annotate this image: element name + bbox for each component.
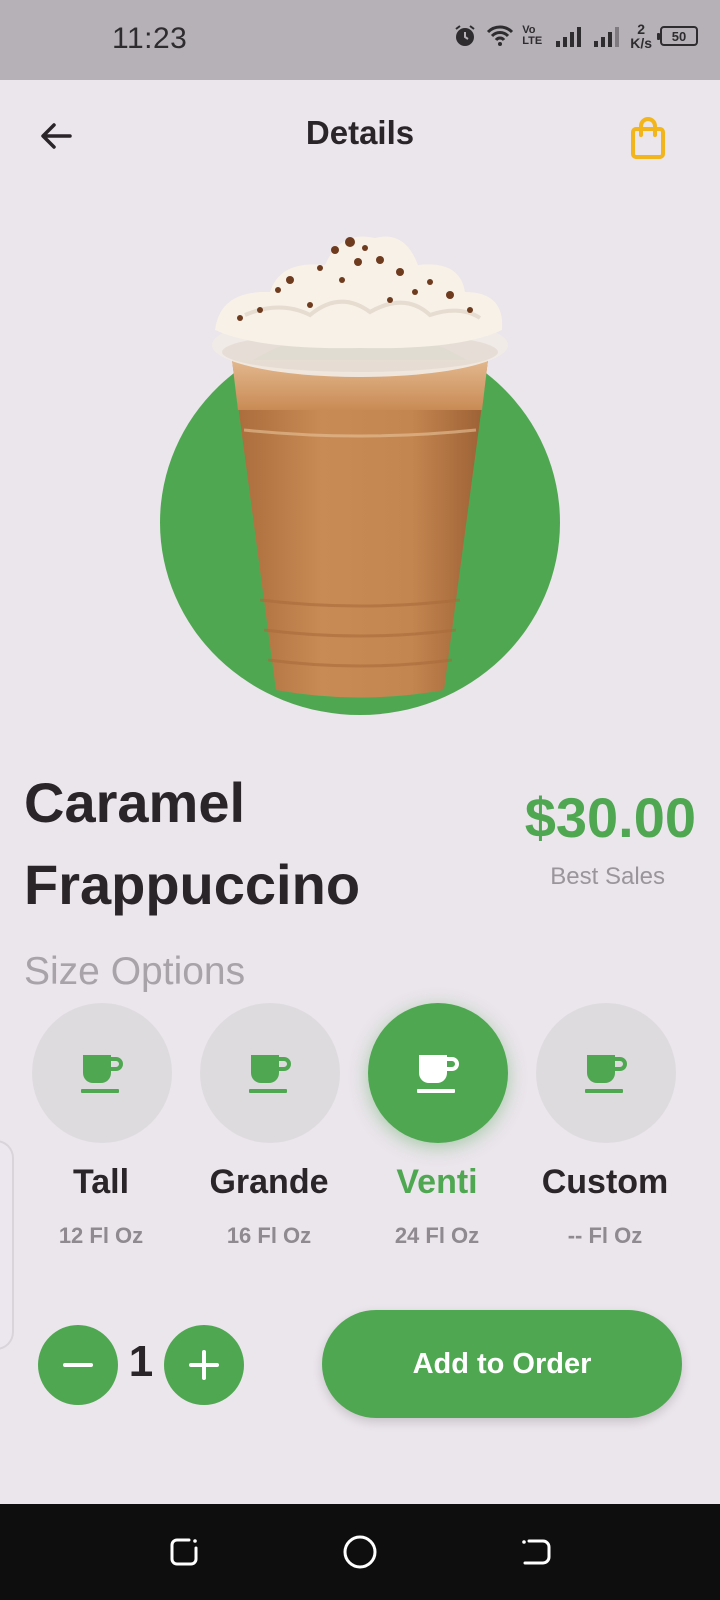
- battery-level: 50: [671, 28, 687, 44]
- quantity-stepper: 1: [38, 1325, 248, 1405]
- frappuccino-image: [212, 236, 508, 698]
- size-volume: 12 Fl Oz: [58, 1223, 144, 1248]
- back-nav-button[interactable]: [512, 1528, 560, 1576]
- size-circle: [32, 1003, 172, 1143]
- decrease-quantity-button[interactable]: [38, 1325, 118, 1405]
- size-option-tall[interactable]: Tall 12 Fl Oz: [26, 1003, 176, 1253]
- back-nav-icon: [522, 1539, 551, 1565]
- product-name: Caramel Frappuccino: [24, 762, 454, 926]
- cup-icon: [81, 1055, 123, 1093]
- home-button[interactable]: [336, 1528, 384, 1576]
- top-bar: Details: [0, 80, 720, 190]
- product-name-line2: Frappuccino: [24, 853, 361, 916]
- shopping-bag-icon: [631, 117, 665, 159]
- size-volume: 16 Fl Oz: [226, 1223, 312, 1248]
- battery-icon: 50: [657, 26, 698, 46]
- net-speed-unit: K/s: [630, 35, 652, 51]
- recent-apps-button[interactable]: [160, 1528, 208, 1576]
- size-circle: [200, 1003, 340, 1143]
- size-option-custom[interactable]: Custom -- Fl Oz: [530, 1003, 680, 1253]
- best-sales-label: Best Sales: [550, 863, 665, 890]
- add-to-order-button[interactable]: Add to Order: [322, 1310, 682, 1418]
- size-options-heading: Size Options: [24, 950, 246, 993]
- size-name: Grande: [209, 1163, 329, 1201]
- volte-icon: Vo LTE: [522, 24, 543, 47]
- signal-icon: [554, 25, 584, 47]
- increase-quantity-button[interactable]: [164, 1325, 244, 1405]
- cup-icon: [585, 1055, 627, 1093]
- net-speed-value: 2: [637, 21, 645, 37]
- cup-icon: [417, 1055, 459, 1093]
- signal-2-icon: [592, 25, 622, 47]
- size-circle: [368, 1003, 508, 1143]
- cart-button[interactable]: [622, 110, 674, 166]
- system-navigation-bar: [0, 1504, 720, 1600]
- plus-icon: [189, 1350, 219, 1380]
- wifi-icon: [486, 24, 514, 48]
- page-title: Details: [305, 114, 415, 151]
- product-price: $30.00: [524, 786, 696, 849]
- size-option-grande[interactable]: Grande 16 Fl Oz: [194, 1003, 344, 1253]
- status-time: 11:23: [112, 22, 188, 55]
- size-options: Tall 12 Fl Oz Grande 16 Fl Oz Venti 24 F…: [0, 1003, 720, 1253]
- size-name: Custom: [541, 1163, 669, 1201]
- quantity-value: 1: [128, 1337, 154, 1386]
- alarm-icon: [452, 23, 478, 49]
- status-icons: Vo LTE 2 K/s 50: [452, 22, 698, 50]
- product-name-line1: Caramel: [24, 771, 246, 834]
- status-bar: 11:23 Vo LTE 2 K/s 50: [0, 0, 720, 80]
- product-hero: [160, 220, 560, 715]
- size-circle: [536, 1003, 676, 1143]
- size-volume: 24 Fl Oz: [394, 1223, 480, 1248]
- side-drawer-handle[interactable]: [0, 1140, 14, 1350]
- cup-icon: [249, 1055, 291, 1093]
- recent-apps-icon: [170, 1538, 198, 1566]
- size-name: Venti: [396, 1163, 478, 1201]
- size-volume: -- Fl Oz: [567, 1223, 643, 1248]
- net-speed: 2 K/s: [630, 22, 652, 50]
- home-circle-icon: [343, 1535, 377, 1569]
- minus-icon: [63, 1363, 93, 1367]
- size-name: Tall: [72, 1163, 130, 1201]
- size-option-venti[interactable]: Venti 24 Fl Oz: [362, 1003, 512, 1253]
